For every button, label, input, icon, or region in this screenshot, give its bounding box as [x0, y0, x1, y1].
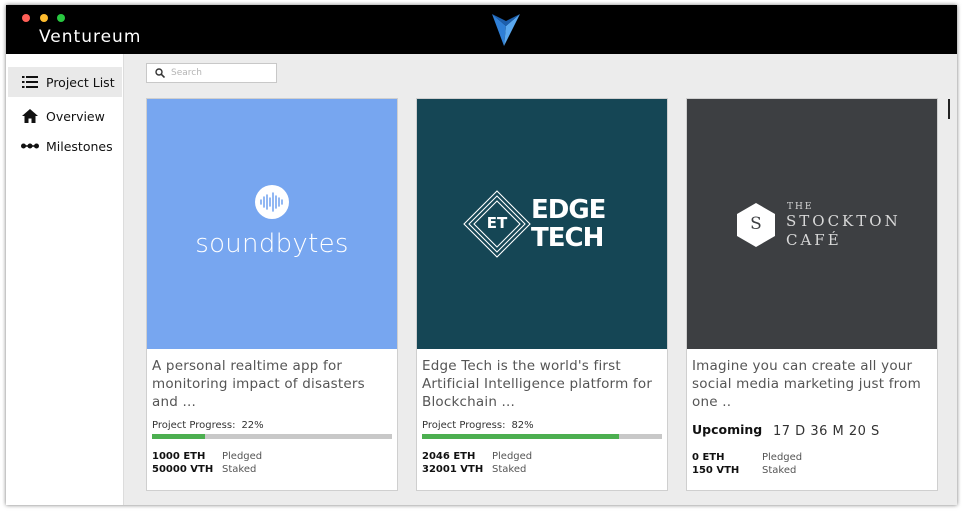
home-icon: [20, 108, 40, 124]
staked-amount: 150 VTH: [692, 465, 740, 476]
progress-bar: [422, 434, 662, 439]
progress-percent: 22%: [241, 420, 264, 431]
close-window-button[interactable]: [22, 14, 30, 22]
pledged-amount: 2046 ETH: [422, 451, 476, 462]
sidebar: Project List Overview Milestones: [6, 54, 124, 505]
progress-label: Project Progress: 82%: [422, 420, 534, 431]
project-description: A personal realtime app for monitoring i…: [152, 358, 365, 410]
stockton-badge: S: [750, 214, 762, 234]
project-card-stockton-cafe[interactable]: S THE STOCKTON CAFÉ Imagine you can crea…: [686, 98, 938, 491]
edge-tech-badge: ET: [486, 214, 508, 232]
staked-label: Staked: [492, 464, 527, 475]
staked-label: Staked: [222, 464, 257, 475]
progress-fill: [152, 434, 205, 439]
stockton-logo-line2: STOCKTON: [786, 212, 901, 230]
project-image: ET EDGE TECH: [417, 99, 667, 349]
search-icon: [155, 68, 165, 78]
project-description: Imagine you can create all your social m…: [692, 358, 921, 410]
ventureum-logo-icon: [492, 14, 520, 46]
sidebar-item-milestones[interactable]: Milestones: [8, 131, 122, 161]
edge-tech-logo-line2: TECH: [531, 223, 604, 253]
search-box[interactable]: [146, 63, 277, 83]
sidebar-item-project-list[interactable]: Project List: [8, 67, 122, 97]
sidebar-item-overview[interactable]: Overview: [8, 101, 122, 131]
sidebar-item-label: Project List: [46, 74, 115, 90]
project-image: soundbytes: [147, 99, 397, 349]
project-image: S THE STOCKTON CAFÉ: [687, 99, 937, 349]
staked-amount: 50000 VTH: [152, 464, 214, 475]
status-badge: Upcoming: [692, 422, 763, 437]
pledged-label: Pledged: [222, 451, 263, 462]
title-bar: Ventureum: [6, 5, 957, 54]
progress-label: Project Progress: 22%: [152, 420, 264, 431]
pledged-amount: 1000 ETH: [152, 451, 206, 462]
soundbytes-logo-text: soundbytes: [195, 229, 349, 259]
list-icon: [20, 74, 40, 90]
stockton-logo-line3: CAFÉ: [786, 231, 842, 249]
sidebar-item-label: Milestones: [46, 138, 113, 154]
edge-tech-logo-line1: EDGE: [531, 195, 606, 225]
milestones-icon: [20, 138, 40, 154]
progress-fill: [422, 434, 619, 439]
countdown-timer: 17 D 36 M 20 S: [773, 424, 880, 439]
staked-label: Staked: [762, 465, 797, 476]
pledged-label: Pledged: [762, 452, 803, 463]
pledged-label: Pledged: [492, 451, 533, 462]
minimize-window-button[interactable]: [40, 14, 48, 22]
project-card-soundbytes[interactable]: soundbytes A personal realtime app for m…: [146, 98, 398, 491]
maximize-window-button[interactable]: [57, 14, 65, 22]
app-title: Ventureum: [39, 27, 142, 47]
sidebar-item-label: Overview: [46, 108, 105, 124]
scrollbar-thumb[interactable]: [948, 99, 950, 119]
search-input[interactable]: [171, 68, 271, 78]
staked-amount: 32001 VTH: [422, 464, 484, 475]
pledged-amount: 0 ETH: [692, 452, 725, 463]
project-card-edge-tech[interactable]: ET EDGE TECH Edge Tech is the world's fi…: [416, 98, 668, 491]
progress-percent: 82%: [511, 420, 534, 431]
progress-bar: [152, 434, 392, 439]
project-description: Edge Tech is the world's first Artificia…: [422, 358, 653, 410]
soundbytes-logo: [255, 185, 289, 219]
stockton-logo-line1: THE: [787, 202, 814, 212]
app-window: Ventureum Project List Overview Mileston…: [6, 5, 957, 505]
